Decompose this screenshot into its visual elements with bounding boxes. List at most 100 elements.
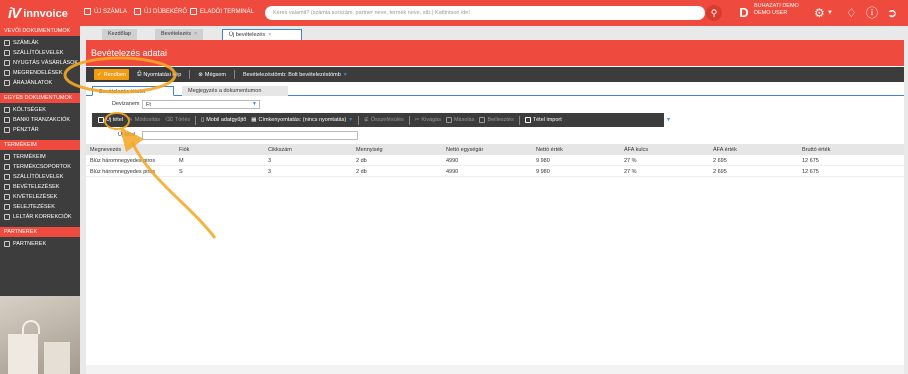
scissors-icon: ✂ <box>414 117 420 123</box>
item-import-button[interactable]: Tétel import <box>524 117 562 123</box>
column-header-vat-rate[interactable]: ÁFA kulcs <box>624 147 648 153</box>
chevron-down-icon[interactable]: ▼ <box>827 4 833 22</box>
edit-item-button[interactable]: ✎ Módosítás <box>128 117 160 123</box>
sidebar-item-orders[interactable]: MEGRENDELÉSEK <box>0 68 80 78</box>
subtab-items[interactable]: Bevételezés tételei <box>92 86 174 96</box>
sidebar-item-delivery-notes[interactable]: SZÁLLÍTÓLEVELEK <box>0 48 80 58</box>
table-row[interactable]: Blúz háromnegyedes piros M 3 2 db 4990 9… <box>86 155 904 166</box>
sidebar-item-products[interactable]: TERMÉKEIM <box>0 152 80 162</box>
save-label: Rendben <box>103 71 126 78</box>
sidebar-item-partners[interactable]: PARTNEREK <box>0 239 80 249</box>
sidebar-item-label: MEGRENDELÉSEK <box>13 70 63 76</box>
edit-icon <box>134 8 141 15</box>
sidebar-item-label: SZÁLLÍTÓLEVELEK <box>13 50 64 56</box>
delete-item-label: Törlés <box>174 117 191 123</box>
column-header-sku[interactable]: Cikkszám <box>268 147 292 153</box>
inbox-icon <box>4 184 10 190</box>
tab-stock-intake[interactable]: Bevételezés × <box>155 29 204 40</box>
sidebar-item-label: BANKI TRANZAKCIÓK <box>13 117 71 123</box>
sidebar-item-stock-withdrawals[interactable]: KIVÉTELEZÉSEK <box>0 192 80 202</box>
column-header-quantity[interactable]: Mennyiség <box>356 147 383 153</box>
sidebar-item-stock-intakes[interactable]: BEVÉTELEZÉSEK <box>0 182 80 192</box>
bag-shape <box>8 334 38 374</box>
close-icon[interactable]: × <box>268 32 271 38</box>
column-header-drawer[interactable]: Fiók <box>179 147 189 153</box>
sidebar-item-label: KÖLTSÉGEK <box>13 107 46 113</box>
paste-button[interactable]: Beillesztés <box>479 117 514 123</box>
merge-label: Összefésülés <box>370 117 404 123</box>
page-title: Bevételezés adatai <box>86 40 904 66</box>
merge-button[interactable]: ⋢ Összefésülés <box>364 117 404 123</box>
user-info[interactable]: BUHAZATI DEMO DEMO USER <box>754 3 799 17</box>
sidebar-section-customer-docs: VEVŐI DOKUMENTUMOK <box>0 26 80 36</box>
global-search-input[interactable]: Keres valamit? (számla sorszám, partner … <box>265 6 705 20</box>
cell-net-value: 9 980 <box>536 169 550 175</box>
sidebar-item-bank-transactions[interactable]: BANKI TRANZAKCIÓK <box>0 115 80 125</box>
cut-label: Kivágás <box>421 117 441 123</box>
cancel-button[interactable]: ⊗ Mégsem <box>195 69 229 80</box>
sidebar-item-expenses[interactable]: KÖLTSÉGEK <box>0 105 80 115</box>
label-print-select[interactable]: ▦ Címkenyomtatás: (nincs nyomtatás) ▼ <box>251 117 353 123</box>
cell-vat-value: 2 695 <box>713 169 727 175</box>
sales-terminal-link[interactable]: ELADÓI TERMINÁL <box>190 8 254 15</box>
tab-home[interactable]: Kezdőlap <box>102 29 137 40</box>
new-item-input[interactable] <box>142 131 358 140</box>
tab-new-stock-intake[interactable]: Új bevételezés × <box>222 29 302 40</box>
horizontal-scrollbar[interactable] <box>86 365 904 374</box>
delete-item-button[interactable]: ⌫ Törlés <box>165 117 190 123</box>
sidebar-item-product-groups[interactable]: TERMÉKCSOPORTOK <box>0 162 80 172</box>
new-proforma-link[interactable]: ÚJ DÍJBEKÉRŐ <box>134 8 187 15</box>
document-block-select[interactable]: Bevételezéstömb: Bolt bevételezéstömb ▼ <box>240 69 351 80</box>
top-bar: iV innvoice ÚJ SZÁMLA ÚJ DÍJBEKÉRŐ ELADÓ… <box>0 0 908 26</box>
mobile-collector-button[interactable]: ▯ Mobil adatgyűjtő <box>201 117 246 123</box>
column-header-net-value[interactable]: Nettó érték <box>536 147 563 153</box>
currency-select[interactable]: Ft ▼ <box>142 100 260 109</box>
sidebar-item-receipts[interactable]: NYUGTÁS VÁSÁRLÁSOK <box>0 58 80 68</box>
cut-button[interactable]: ✂ Kivágás <box>415 117 441 123</box>
toolbar-divider <box>518 115 520 125</box>
cell-drawer: S <box>179 169 183 175</box>
column-header-vat-value[interactable]: ÁFA érték <box>713 147 737 153</box>
cell-sku: 3 <box>268 158 272 164</box>
subtab-document-note[interactable]: Megjegyzés a dokumentumon <box>182 86 288 96</box>
cell-sku: 3 <box>268 169 272 175</box>
cell-net-value: 9 980 <box>536 158 550 164</box>
search-button[interactable]: ⚲ <box>706 5 722 21</box>
app-logo[interactable]: iV innvoice <box>8 5 68 22</box>
copy-button[interactable]: Másolás <box>445 117 474 123</box>
subtab-label: Bevételezés tételei <box>99 89 146 95</box>
column-header-gross-value[interactable]: Bruttó érték <box>802 147 830 153</box>
new-invoice-link[interactable]: ÚJ SZÁMLA <box>84 8 127 15</box>
company-avatar[interactable]: D <box>735 3 753 23</box>
new-item-button[interactable]: Új tétel <box>98 117 123 123</box>
copy-icon <box>445 117 452 123</box>
chevron-down-icon: ▼ <box>252 101 257 107</box>
sidebar-item-supplier-delivery-notes[interactable]: SZÁLLÍTÓLEVELEK <box>0 172 80 182</box>
column-header-name[interactable]: Megnevezés <box>90 147 121 153</box>
bank-icon <box>4 117 10 123</box>
item-toolbar: Új tétel ✎ Módosítás ⌫ Törlés ▯ Mobil adatg… <box>92 113 664 127</box>
help-icon[interactable]: ⓘ <box>866 4 878 22</box>
bell-icon[interactable]: ♢ <box>846 4 857 22</box>
sidebar-item-scrapping[interactable]: SELEJTEZÉSEK <box>0 202 80 212</box>
new-item-field-label: Új tétel <box>118 132 136 138</box>
sidebar-item-invoices[interactable]: SZÁMLÁK <box>0 38 80 48</box>
window-tabs: Kezdőlap Bevételezés × Új bevételezés × <box>80 26 908 40</box>
column-header-net-unit-price[interactable]: Nettó egységár <box>446 147 483 153</box>
merge-icon: ⋢ <box>364 117 369 123</box>
table-row[interactable]: Blúz háromnegyedes piros S 3 2 db 4990 9… <box>86 166 904 177</box>
gear-icon[interactable]: ⚙ <box>814 4 825 22</box>
sidebar-item-cash-register[interactable]: PÉNZTÁR <box>0 125 80 135</box>
cancel-icon: ⊗ <box>198 71 203 78</box>
edit-icon <box>98 117 104 123</box>
sidebar-item-label: PÉNZTÁR <box>13 127 39 133</box>
currency-label: Devizanem <box>112 101 140 107</box>
print-preview-button[interactable]: ⎙ Nyomtatási kép <box>134 69 184 80</box>
sidebar-item-quotes[interactable]: ÁRAJÁNLATOK <box>0 78 80 88</box>
sidebar-item-inventory-corrections[interactable]: LELTÁR KORREKCIÓK <box>0 212 80 222</box>
cancel-label: Mégsem <box>204 71 226 78</box>
close-icon[interactable]: × <box>194 31 197 37</box>
save-button[interactable]: ✓ Rendben <box>94 69 129 80</box>
logout-icon[interactable]: ➲ <box>887 4 897 22</box>
chevron-down-icon[interactable]: ▼ <box>666 117 671 123</box>
